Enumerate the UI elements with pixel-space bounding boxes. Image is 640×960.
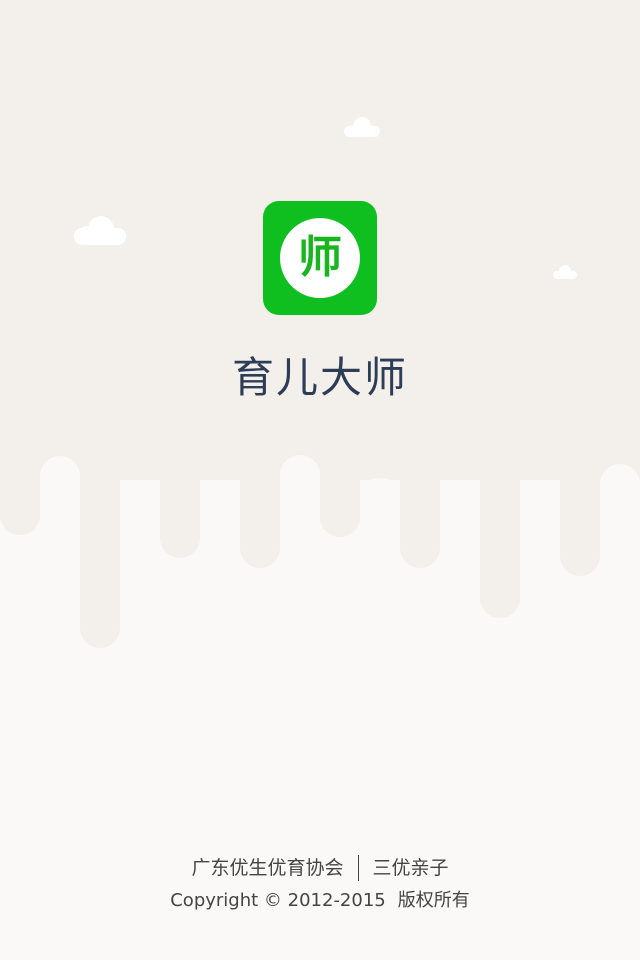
footer-divider — [357, 855, 359, 881]
footer-copyright: Copyright © 2012-2015 版权所有 — [0, 887, 640, 915]
splash-screen: 师 育儿大师 广东优生优育协会 三优亲子 Copyright © 2012-20… — [0, 0, 640, 960]
cloud-icon — [553, 265, 577, 279]
app-logo: 师 — [263, 201, 377, 315]
org-name-primary: 广东优生优育协会 — [191, 857, 344, 879]
footer-organizations: 广东优生优育协会 三优亲子 — [0, 852, 640, 884]
org-name-secondary: 三优亲子 — [372, 857, 449, 879]
cloud-icon — [74, 216, 126, 245]
app-title: 育儿大师 — [231, 353, 408, 402]
copyright-text: Copyright © 2012-2015 — [170, 890, 386, 911]
rights-text: 版权所有 — [397, 890, 470, 911]
logo-badge: 师 — [280, 218, 360, 298]
drip-background — [0, 0, 640, 960]
footer: 广东优生优育协会 三优亲子 Copyright © 2012-2015 版权所有 — [0, 852, 640, 915]
logo-glyph: 师 — [298, 232, 342, 283]
cloud-icon — [344, 117, 380, 137]
